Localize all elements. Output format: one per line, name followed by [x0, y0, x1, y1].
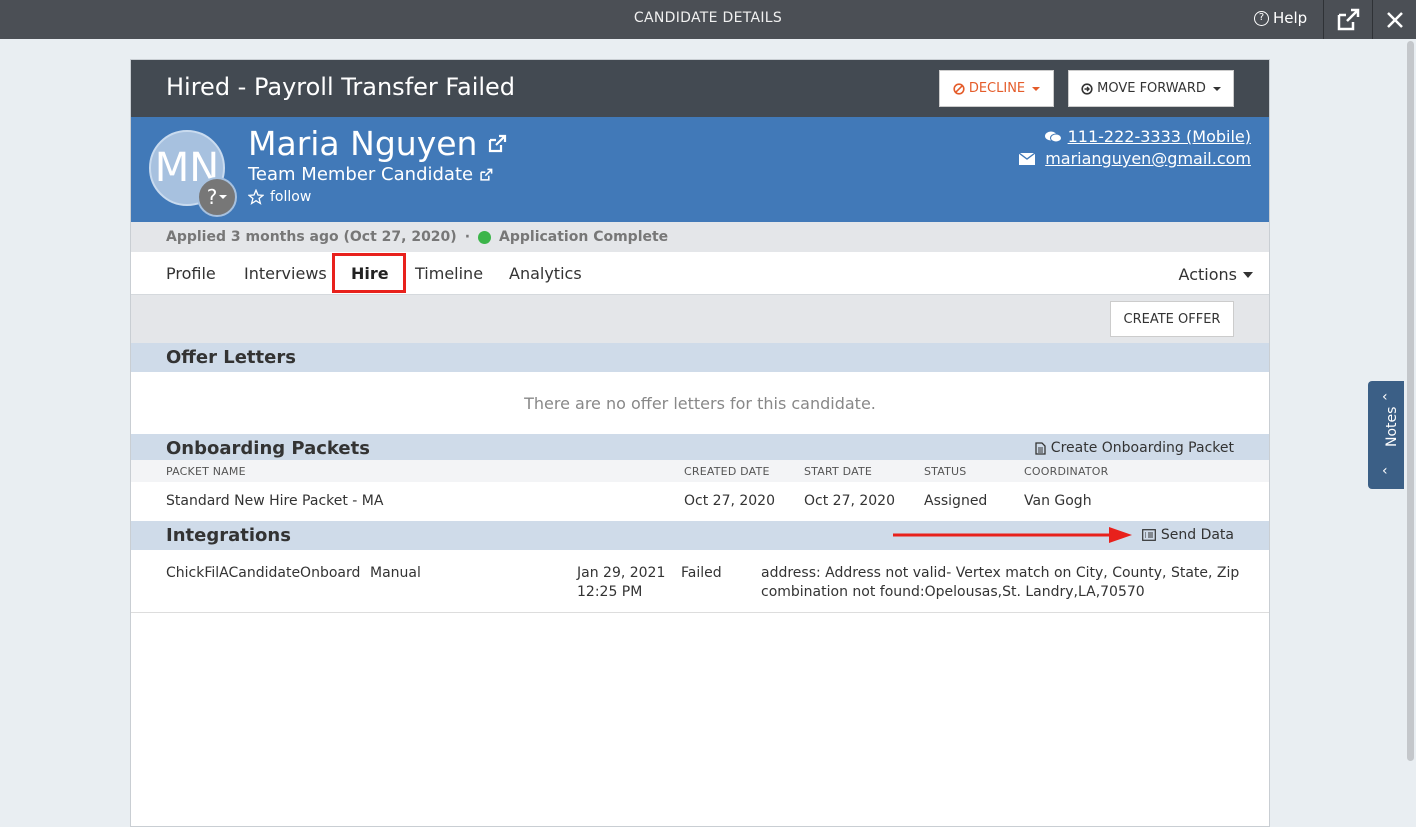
follow-label: follow	[270, 189, 312, 205]
decline-label: DECLINE	[968, 81, 1026, 96]
packet-name: Standard New Hire Packet - MA	[166, 493, 384, 509]
table-row[interactable]: Standard New Hire Packet - MA Oct 27, 20…	[131, 482, 1269, 521]
external-link-icon	[1337, 8, 1360, 30]
integration-status: Failed	[681, 565, 722, 581]
chevron-down-icon	[1212, 86, 1221, 91]
integration-time: 12:25 PM	[577, 584, 643, 600]
hire-toolbar: CREATE OFFER	[131, 295, 1269, 343]
integration-message: address: Address not valid- Vertex match…	[761, 565, 1240, 581]
candidate-role: Team Member Candidate	[248, 164, 474, 185]
section-title: Integrations	[166, 525, 291, 546]
envelope-icon	[1019, 152, 1036, 165]
chevron-left-icon: ‹	[1382, 389, 1388, 405]
start-date: Oct 27, 2020	[804, 493, 895, 509]
tab-bar: Profile Interviews Hire Timeline Analyti…	[131, 252, 1269, 295]
candidate-name-link[interactable]: Maria Nguyen	[248, 124, 507, 163]
move-forward-label: MOVE FORWARD	[1097, 81, 1206, 96]
email-address: marianguyen@gmail.com	[1045, 149, 1251, 168]
scrollbar-thumb[interactable]	[1407, 41, 1414, 761]
send-data-label: Send Data	[1160, 527, 1234, 543]
empty-state-message: There are no offer letters for this cand…	[524, 394, 876, 413]
application-info-bar: Applied 3 months ago (Oct 27, 2020) · Ap…	[131, 222, 1269, 252]
status-title: Hired - Payroll Transfer Failed	[166, 73, 516, 101]
close-button[interactable]	[1373, 0, 1416, 39]
column-header: START DATE	[804, 465, 873, 478]
create-offer-button[interactable]: CREATE OFFER	[1110, 301, 1234, 337]
move-forward-button[interactable]: MOVE FORWARD	[1068, 70, 1234, 107]
chevron-left-icon: ‹	[1382, 463, 1388, 479]
star-icon	[248, 189, 264, 205]
candidate-header: MN ? Maria Nguyen Team Member Candidate …	[131, 117, 1269, 222]
tab-timeline[interactable]: Timeline	[415, 264, 483, 283]
help-icon: ?	[1254, 10, 1269, 26]
send-data-link[interactable]: Send Data	[1141, 527, 1234, 543]
column-header: PACKET NAME	[166, 465, 246, 478]
section-title: Onboarding Packets	[166, 438, 370, 459]
window-titlebar: CANDIDATE DETAILS ? Help	[0, 0, 1416, 39]
document-icon	[1035, 441, 1046, 455]
email-link[interactable]: marianguyen@gmail.com	[1019, 149, 1251, 168]
create-onboarding-packet-label: Create Onboarding Packet	[1050, 440, 1234, 456]
scrollbar[interactable]	[1404, 39, 1416, 827]
integration-row: ChickFilACandidateOnboard Manual Jan 29,…	[131, 550, 1269, 613]
chevron-down-icon	[219, 195, 228, 199]
packet-status: Assigned	[924, 493, 988, 509]
section-title: Offer Letters	[166, 347, 296, 368]
external-link-icon	[480, 168, 493, 181]
decline-button[interactable]: DECLINE	[939, 70, 1054, 107]
applied-date: Applied 3 months ago (Oct 27, 2020)	[166, 229, 457, 245]
external-link-icon	[489, 134, 507, 152]
offer-letters-header: Offer Letters	[131, 343, 1269, 372]
close-icon	[1386, 11, 1403, 28]
column-header: CREATED DATE	[684, 465, 770, 478]
avatar-status-dropdown[interactable]: ?	[197, 177, 237, 217]
integration-mode: Manual	[370, 565, 421, 581]
phone-link[interactable]: 111-222-3333 (Mobile)	[1044, 127, 1251, 146]
create-onboarding-packet-link[interactable]: Create Onboarding Packet	[1035, 440, 1234, 456]
chevron-down-icon	[1032, 86, 1041, 91]
actions-label: Actions	[1178, 265, 1237, 284]
chat-icon	[1044, 131, 1062, 142]
column-header: COORDINATOR	[1024, 465, 1109, 478]
coordinator: Van Gogh	[1024, 493, 1092, 509]
tab-profile[interactable]: Profile	[166, 264, 216, 283]
tab-interviews[interactable]: Interviews	[244, 264, 327, 283]
annotation-arrow	[893, 527, 1132, 543]
phone-number: 111-222-3333 (Mobile)	[1067, 127, 1251, 146]
tab-highlight-box	[332, 253, 406, 293]
chevron-down-icon	[1243, 271, 1253, 278]
candidate-panel: Hired - Payroll Transfer Failed DECLINE …	[130, 59, 1270, 827]
help-label: Help	[1273, 9, 1308, 27]
candidate-role-link[interactable]: Team Member Candidate	[248, 164, 493, 185]
created-date: Oct 27, 2020	[684, 493, 775, 509]
onboarding-packets-header: Onboarding Packets Create Onboarding Pac…	[131, 434, 1269, 463]
follow-button[interactable]: follow	[248, 189, 311, 205]
status-dot-icon	[478, 230, 492, 244]
notes-label: Notes	[1384, 406, 1400, 447]
status-bar: Hired - Payroll Transfer Failed DECLINE …	[131, 60, 1269, 117]
question-icon: ?	[206, 185, 218, 209]
candidate-name: Maria Nguyen	[248, 124, 478, 163]
tab-analytics[interactable]: Analytics	[509, 264, 582, 283]
application-status: Application Complete	[499, 229, 669, 245]
integration-message: combination not found:Opelousas,St. Land…	[761, 584, 1145, 600]
integration-name: ChickFilACandidateOnboard	[166, 565, 361, 581]
column-header: STATUS	[924, 465, 967, 478]
open-external-button[interactable]	[1324, 0, 1372, 39]
window-title: CANDIDATE DETAILS	[633, 10, 783, 26]
arrow-circle-right-icon	[1081, 82, 1093, 95]
integration-date: Jan 29, 2021	[577, 565, 666, 581]
ban-icon	[953, 82, 965, 95]
separator: ·	[464, 229, 471, 245]
actions-dropdown[interactable]: Actions	[1179, 265, 1253, 284]
help-button[interactable]: ? Help	[1254, 9, 1307, 27]
list-alt-icon	[1141, 529, 1156, 541]
